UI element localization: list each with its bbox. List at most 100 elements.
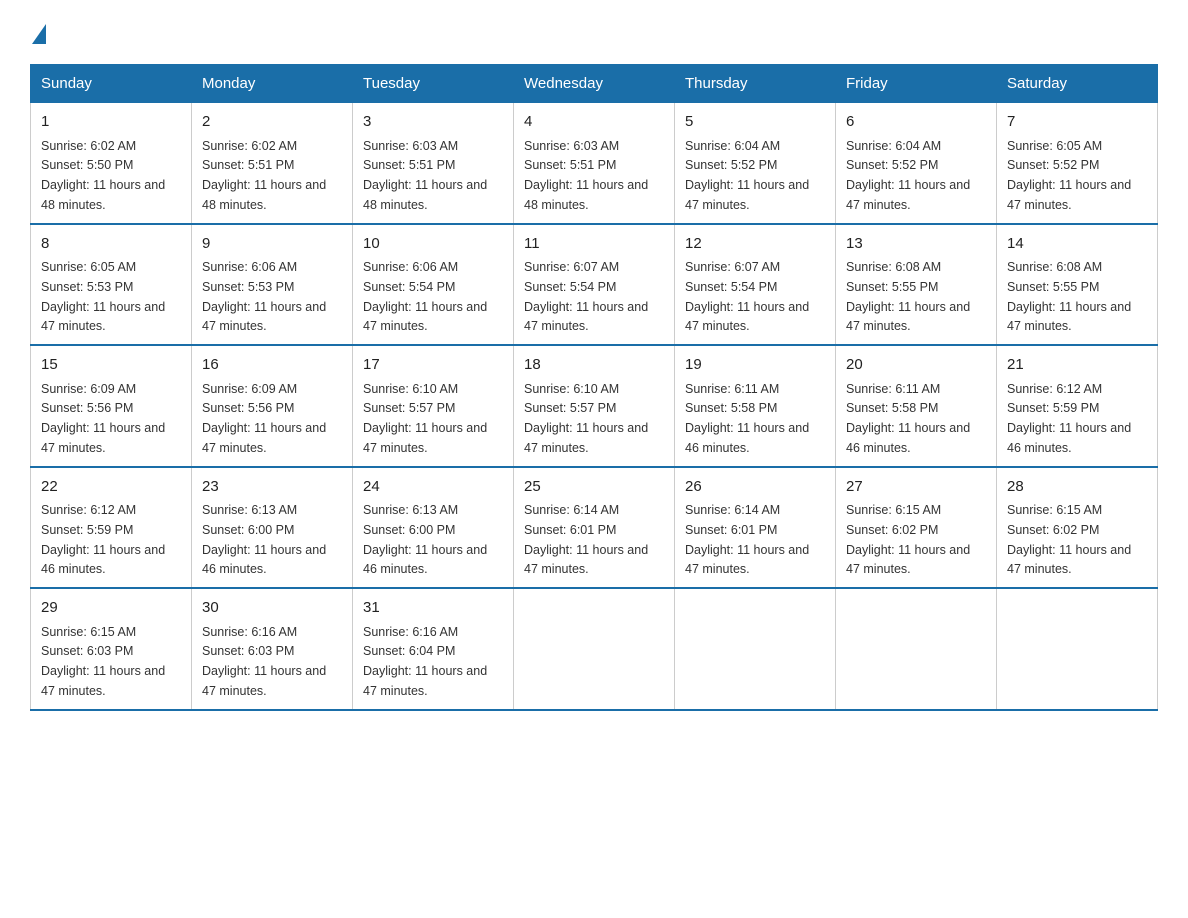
calendar-cell: 10 Sunrise: 6:06 AMSunset: 5:54 PMDayligh…: [353, 224, 514, 346]
day-info: Sunrise: 6:08 AMSunset: 5:55 PMDaylight:…: [1007, 260, 1131, 333]
day-number: 1: [41, 111, 181, 134]
day-number: 21: [1007, 354, 1147, 377]
day-info: Sunrise: 6:07 AMSunset: 5:54 PMDaylight:…: [524, 260, 648, 333]
day-number: 24: [363, 476, 503, 499]
calendar-cell: 30 Sunrise: 6:16 AMSunset: 6:03 PMDayligh…: [192, 588, 353, 710]
day-info: Sunrise: 6:11 AMSunset: 5:58 PMDaylight:…: [846, 382, 970, 455]
day-number: 3: [363, 111, 503, 134]
day-info: Sunrise: 6:02 AMSunset: 5:51 PMDaylight:…: [202, 139, 326, 212]
calendar-cell: 18Sunrise: 6:10 AMSunset: 5:57 PMDayligh…: [514, 345, 675, 467]
day-info: Sunrise: 6:09 AMSunset: 5:56 PMDaylight:…: [41, 382, 165, 455]
day-number: 14: [1007, 233, 1147, 256]
day-info: Sunrise: 6:14 AMSunset: 6:01 PMDaylight:…: [524, 503, 648, 576]
day-info: Sunrise: 6:04 AMSunset: 5:52 PMDaylight:…: [846, 139, 970, 212]
day-info: Sunrise: 6:14 AMSunset: 6:01 PMDaylight:…: [685, 503, 809, 576]
logo-triangle-icon: [32, 24, 46, 44]
header-day-sunday: Sunday: [31, 65, 192, 103]
calendar-body: 1 Sunrise: 6:02 AMSunset: 5:50 PMDaylight…: [31, 103, 1158, 710]
calendar-cell: 5 Sunrise: 6:04 AMSunset: 5:52 PMDaylight…: [675, 103, 836, 224]
calendar-cell: [836, 588, 997, 710]
page-header: [30, 20, 1158, 44]
day-number: 29: [41, 597, 181, 620]
week-row-1: 1 Sunrise: 6:02 AMSunset: 5:50 PMDaylight…: [31, 103, 1158, 224]
day-info: Sunrise: 6:15 AMSunset: 6:02 PMDaylight:…: [846, 503, 970, 576]
calendar-cell: 29 Sunrise: 6:15 AMSunset: 6:03 PMDayligh…: [31, 588, 192, 710]
week-row-5: 29 Sunrise: 6:15 AMSunset: 6:03 PMDayligh…: [31, 588, 1158, 710]
calendar-cell: 17 Sunrise: 6:10 AMSunset: 5:57 PMDayligh…: [353, 345, 514, 467]
day-number: 9: [202, 233, 342, 256]
calendar-cell: 25 Sunrise: 6:14 AMSunset: 6:01 PMDayligh…: [514, 467, 675, 589]
calendar-cell: 1 Sunrise: 6:02 AMSunset: 5:50 PMDaylight…: [31, 103, 192, 224]
day-number: 13: [846, 233, 986, 256]
calendar-cell: 23 Sunrise: 6:13 AMSunset: 6:00 PMDayligh…: [192, 467, 353, 589]
calendar-cell: 12 Sunrise: 6:07 AMSunset: 5:54 PMDayligh…: [675, 224, 836, 346]
day-info: Sunrise: 6:16 AMSunset: 6:03 PMDaylight:…: [202, 625, 326, 698]
calendar-cell: 14 Sunrise: 6:08 AMSunset: 5:55 PMDayligh…: [997, 224, 1158, 346]
day-info: Sunrise: 6:12 AMSunset: 5:59 PMDaylight:…: [41, 503, 165, 576]
calendar-table: SundayMondayTuesdayWednesdayThursdayFrid…: [30, 64, 1158, 711]
day-info: Sunrise: 6:06 AMSunset: 5:53 PMDaylight:…: [202, 260, 326, 333]
header-day-tuesday: Tuesday: [353, 65, 514, 103]
week-row-4: 22 Sunrise: 6:12 AMSunset: 5:59 PMDayligh…: [31, 467, 1158, 589]
day-number: 19: [685, 354, 825, 377]
calendar-cell: 27 Sunrise: 6:15 AMSunset: 6:02 PMDayligh…: [836, 467, 997, 589]
day-info: Sunrise: 6:15 AMSunset: 6:02 PMDaylight:…: [1007, 503, 1131, 576]
logo: [30, 20, 46, 44]
calendar-cell: 24 Sunrise: 6:13 AMSunset: 6:00 PMDayligh…: [353, 467, 514, 589]
calendar-cell: 16 Sunrise: 6:09 AMSunset: 5:56 PMDayligh…: [192, 345, 353, 467]
day-number: 6: [846, 111, 986, 134]
day-number: 27: [846, 476, 986, 499]
calendar-cell: 15 Sunrise: 6:09 AMSunset: 5:56 PMDayligh…: [31, 345, 192, 467]
calendar-cell: 19Sunrise: 6:11 AMSunset: 5:58 PMDayligh…: [675, 345, 836, 467]
day-number: 10: [363, 233, 503, 256]
day-info: Sunrise: 6:06 AMSunset: 5:54 PMDaylight:…: [363, 260, 487, 333]
calendar-cell: 3Sunrise: 6:03 AMSunset: 5:51 PMDaylight…: [353, 103, 514, 224]
day-info: Sunrise: 6:05 AMSunset: 5:53 PMDaylight:…: [41, 260, 165, 333]
day-number: 7: [1007, 111, 1147, 134]
day-number: 22: [41, 476, 181, 499]
day-number: 26: [685, 476, 825, 499]
calendar-cell: 11 Sunrise: 6:07 AMSunset: 5:54 PMDayligh…: [514, 224, 675, 346]
day-info: Sunrise: 6:10 AMSunset: 5:57 PMDaylight:…: [363, 382, 487, 455]
day-info: Sunrise: 6:15 AMSunset: 6:03 PMDaylight:…: [41, 625, 165, 698]
day-info: Sunrise: 6:04 AMSunset: 5:52 PMDaylight:…: [685, 139, 809, 212]
day-number: 30: [202, 597, 342, 620]
calendar-cell: 6 Sunrise: 6:04 AMSunset: 5:52 PMDaylight…: [836, 103, 997, 224]
day-number: 16: [202, 354, 342, 377]
day-number: 11: [524, 233, 664, 256]
header-day-wednesday: Wednesday: [514, 65, 675, 103]
day-number: 28: [1007, 476, 1147, 499]
calendar-cell: 28 Sunrise: 6:15 AMSunset: 6:02 PMDayligh…: [997, 467, 1158, 589]
day-info: Sunrise: 6:09 AMSunset: 5:56 PMDaylight:…: [202, 382, 326, 455]
header-day-monday: Monday: [192, 65, 353, 103]
day-info: Sunrise: 6:07 AMSunset: 5:54 PMDaylight:…: [685, 260, 809, 333]
day-number: 17: [363, 354, 503, 377]
day-info: Sunrise: 6:12 AMSunset: 5:59 PMDaylight:…: [1007, 382, 1131, 455]
day-number: 4: [524, 111, 664, 134]
calendar-cell: [997, 588, 1158, 710]
day-number: 12: [685, 233, 825, 256]
day-info: Sunrise: 6:13 AMSunset: 6:00 PMDaylight:…: [363, 503, 487, 576]
day-number: 23: [202, 476, 342, 499]
day-number: 31: [363, 597, 503, 620]
calendar-cell: 8Sunrise: 6:05 AMSunset: 5:53 PMDaylight…: [31, 224, 192, 346]
header-day-friday: Friday: [836, 65, 997, 103]
day-number: 25: [524, 476, 664, 499]
day-number: 2: [202, 111, 342, 134]
day-info: Sunrise: 6:02 AMSunset: 5:50 PMDaylight:…: [41, 139, 165, 212]
day-info: Sunrise: 6:05 AMSunset: 5:52 PMDaylight:…: [1007, 139, 1131, 212]
week-row-3: 15 Sunrise: 6:09 AMSunset: 5:56 PMDayligh…: [31, 345, 1158, 467]
calendar-cell: 26 Sunrise: 6:14 AMSunset: 6:01 PMDayligh…: [675, 467, 836, 589]
calendar-cell: 9 Sunrise: 6:06 AMSunset: 5:53 PMDaylight…: [192, 224, 353, 346]
calendar-cell: 21 Sunrise: 6:12 AMSunset: 5:59 PMDayligh…: [997, 345, 1158, 467]
day-info: Sunrise: 6:03 AMSunset: 5:51 PMDaylight:…: [524, 139, 648, 212]
week-row-2: 8Sunrise: 6:05 AMSunset: 5:53 PMDaylight…: [31, 224, 1158, 346]
calendar-cell: 31 Sunrise: 6:16 AMSunset: 6:04 PMDayligh…: [353, 588, 514, 710]
calendar-cell: 2 Sunrise: 6:02 AMSunset: 5:51 PMDaylight…: [192, 103, 353, 224]
calendar-cell: 7 Sunrise: 6:05 AMSunset: 5:52 PMDaylight…: [997, 103, 1158, 224]
day-number: 5: [685, 111, 825, 134]
day-info: Sunrise: 6:16 AMSunset: 6:04 PMDaylight:…: [363, 625, 487, 698]
day-info: Sunrise: 6:13 AMSunset: 6:00 PMDaylight:…: [202, 503, 326, 576]
calendar-cell: [514, 588, 675, 710]
day-number: 15: [41, 354, 181, 377]
